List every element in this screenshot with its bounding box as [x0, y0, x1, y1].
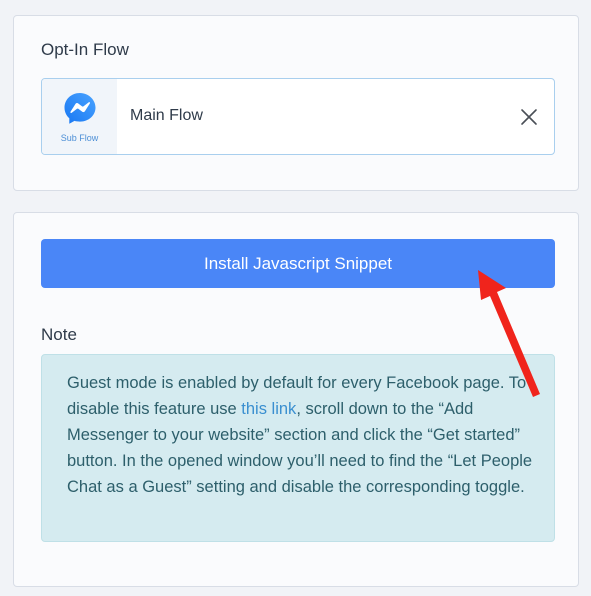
note-label: Note: [41, 325, 77, 344]
close-icon[interactable]: [520, 108, 538, 126]
flow-type-label: Sub Flow: [60, 132, 99, 143]
selected-flow[interactable]: Sub Flow Main Flow: [41, 78, 555, 155]
opt-in-flow-card: Opt-In Flow Sub Flow Main Flow: [13, 15, 579, 191]
flow-icon-cell: Sub Flow: [42, 79, 117, 154]
note-link[interactable]: this link: [241, 400, 296, 418]
annotation-arrow-icon: [478, 270, 540, 397]
messenger-icon: [62, 91, 98, 127]
opt-in-flow-label: Opt-In Flow: [41, 40, 129, 59]
flow-name: Main Flow: [130, 107, 203, 124]
